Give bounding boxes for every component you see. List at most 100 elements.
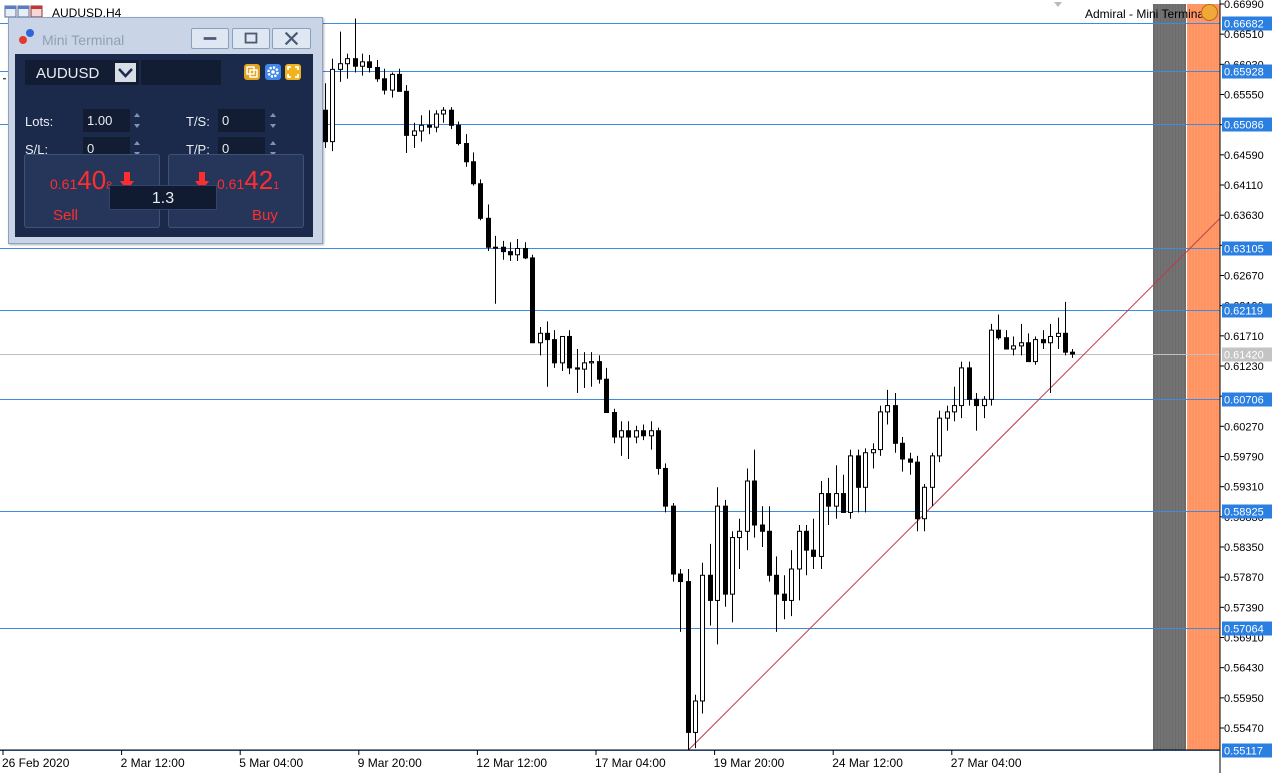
candle-body bbox=[412, 130, 417, 136]
candle-body bbox=[382, 78, 387, 91]
candle-body bbox=[360, 61, 365, 67]
candle-body bbox=[530, 257, 535, 344]
candle-body bbox=[567, 335, 572, 369]
level-tag-label: 0.66682 bbox=[1224, 19, 1264, 31]
candle-body bbox=[597, 361, 602, 380]
candle-body bbox=[582, 362, 587, 370]
candle-body bbox=[930, 455, 935, 488]
candle-body bbox=[797, 530, 802, 570]
symbol-info-field bbox=[141, 60, 221, 85]
candle-body bbox=[663, 467, 668, 507]
candle-body bbox=[649, 430, 654, 437]
candle-body bbox=[1004, 337, 1009, 350]
candle-body bbox=[508, 251, 513, 256]
candle-body bbox=[678, 573, 683, 583]
lots-input[interactable]: 1.00 bbox=[83, 109, 130, 132]
y-tick-label: 0.62670 bbox=[1224, 271, 1264, 283]
expand-icon[interactable] bbox=[285, 64, 301, 80]
y-tick-label: 0.64590 bbox=[1224, 150, 1264, 162]
y-tick-label: 0.58350 bbox=[1224, 542, 1264, 554]
candle-body bbox=[752, 480, 757, 526]
x-tick-label: 5 Mar 04:00 bbox=[239, 756, 303, 770]
candle-body bbox=[878, 411, 883, 451]
candle-body bbox=[952, 405, 957, 413]
candle-body bbox=[945, 411, 950, 419]
mini-terminal-window[interactable]: Mini Terminal AUDUSD Lots: 1.00 T/S: 0 S… bbox=[8, 17, 323, 244]
candle-body bbox=[464, 143, 469, 163]
candle-body bbox=[375, 66, 380, 80]
candle-body bbox=[715, 505, 720, 601]
lots-label: Lots: bbox=[25, 114, 54, 129]
close-button[interactable] bbox=[272, 28, 311, 49]
candle-body bbox=[545, 332, 550, 341]
candle-body bbox=[523, 247, 528, 259]
sell-label: Sell bbox=[53, 207, 79, 224]
x-tick-label: 17 Mar 04:00 bbox=[595, 756, 666, 770]
copy-icon[interactable] bbox=[244, 64, 260, 80]
candle-body bbox=[641, 430, 646, 437]
candle-body bbox=[338, 63, 343, 70]
candle-body bbox=[723, 505, 728, 595]
candle-body bbox=[893, 405, 898, 444]
y-tick-label: 0.60270 bbox=[1224, 421, 1264, 433]
candle-body bbox=[604, 378, 609, 414]
gear-icon[interactable] bbox=[265, 64, 281, 80]
trendline[interactable] bbox=[688, 217, 1221, 751]
ts-input[interactable]: 0 bbox=[218, 109, 265, 132]
candle-body bbox=[856, 455, 861, 488]
candle-body bbox=[915, 461, 920, 520]
candle-body bbox=[737, 530, 742, 539]
candle-body bbox=[671, 505, 676, 575]
candle-body bbox=[871, 449, 876, 454]
candle-body bbox=[811, 549, 816, 557]
candle-body bbox=[922, 486, 927, 520]
candle-body bbox=[982, 398, 987, 407]
candle-body bbox=[1019, 342, 1024, 347]
current-price-tag-label: 0.61420 bbox=[1224, 350, 1264, 362]
minimize-button[interactable] bbox=[191, 28, 229, 49]
candle-body bbox=[782, 593, 787, 601]
level-tag-label: 0.55117 bbox=[1224, 746, 1263, 758]
candle-body bbox=[612, 412, 617, 438]
mini-terminal-titlebar[interactable]: Mini Terminal bbox=[9, 18, 322, 52]
candle-body bbox=[330, 68, 335, 143]
candle-body bbox=[848, 455, 853, 513]
candle-body bbox=[708, 574, 713, 601]
candle-body bbox=[501, 246, 506, 253]
spread-display: 1.3 bbox=[109, 185, 217, 210]
y-tick-label: 0.56430 bbox=[1224, 663, 1264, 675]
broker-label: Admiral - Mini Terminal bbox=[1085, 7, 1207, 21]
candle-body bbox=[441, 109, 446, 115]
x-tick-label: 12 Mar 12:00 bbox=[476, 756, 547, 770]
candle-body bbox=[1070, 351, 1075, 355]
y-tick-label: 0.57390 bbox=[1224, 602, 1264, 614]
level-tag-label: 0.60706 bbox=[1224, 395, 1264, 407]
candle-body bbox=[515, 247, 520, 256]
ts-stepper[interactable] bbox=[268, 109, 278, 132]
candle-body bbox=[900, 442, 905, 460]
maximize-button[interactable] bbox=[232, 28, 270, 49]
chevron-down-icon[interactable] bbox=[115, 63, 136, 82]
candle-body bbox=[397, 73, 402, 92]
candle-body bbox=[789, 568, 794, 601]
account-avatar-icon[interactable] bbox=[1201, 4, 1218, 21]
symbol-select[interactable]: AUDUSD bbox=[25, 60, 139, 85]
app-logo-icon bbox=[19, 29, 37, 45]
lots-stepper[interactable] bbox=[132, 109, 142, 132]
level-tag-label: 0.58925 bbox=[1224, 507, 1264, 519]
x-tick-label: 24 Mar 12:00 bbox=[832, 756, 903, 770]
current-price-tag: 0.61420 bbox=[1222, 347, 1272, 362]
candle-body bbox=[700, 574, 705, 702]
candle-body bbox=[1056, 332, 1061, 337]
buy-label: Buy bbox=[252, 207, 278, 224]
shift-bands bbox=[1153, 4, 1220, 750]
candle-body bbox=[937, 417, 942, 457]
y-tick-label: 0.65550 bbox=[1224, 90, 1264, 102]
candle-body bbox=[1048, 335, 1053, 344]
shift-marker-icon[interactable] bbox=[1054, 2, 1062, 7]
candle-body bbox=[745, 480, 750, 532]
candle-body bbox=[493, 246, 498, 249]
candle-body bbox=[1033, 339, 1038, 363]
level-tag-label: 0.57064 bbox=[1224, 624, 1264, 636]
candle-body bbox=[774, 574, 779, 595]
